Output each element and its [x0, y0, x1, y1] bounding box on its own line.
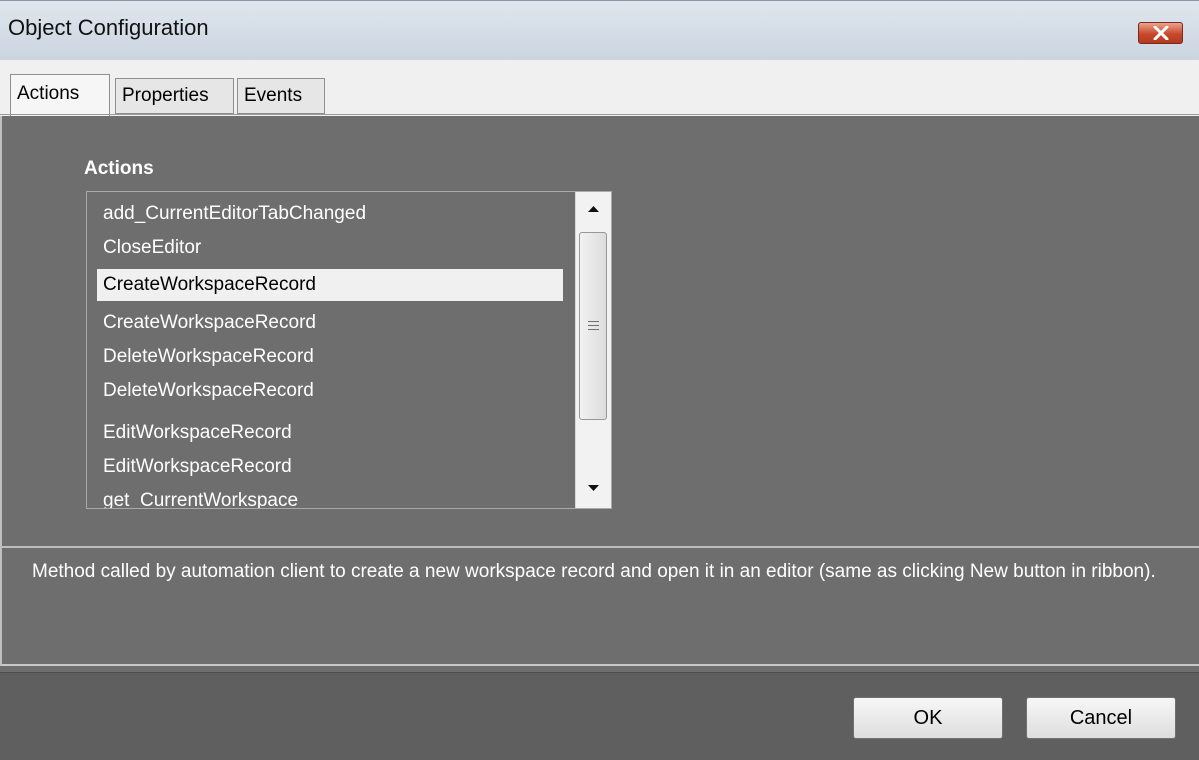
tab-events-label: Events: [244, 85, 303, 106]
tab-properties[interactable]: Properties: [115, 78, 234, 114]
list-item[interactable]: get_CurrentWorkspace: [97, 485, 563, 508]
actions-listbox[interactable]: add_CurrentEditorTabChanged CloseEditor …: [86, 191, 612, 509]
actions-heading: Actions: [84, 158, 154, 179]
scroll-up-button[interactable]: [576, 194, 611, 224]
button-bar: [0, 672, 1199, 760]
title-bar: Object Configuration: [0, 0, 1199, 60]
close-button[interactable]: [1138, 22, 1183, 44]
list-item[interactable]: add_CurrentEditorTabChanged: [97, 198, 563, 230]
window-title: Object Configuration: [8, 15, 209, 40]
close-icon: [1153, 26, 1169, 40]
grip-line: [588, 325, 599, 326]
tab-events[interactable]: Events: [237, 78, 325, 114]
tab-actions-label: Actions: [17, 83, 80, 104]
list-scrollbar[interactable]: [575, 192, 611, 508]
ok-button[interactable]: OK: [853, 697, 1003, 739]
list-item-selected[interactable]: CreateWorkspaceRecord: [97, 269, 563, 301]
scroll-down-button[interactable]: [576, 473, 611, 503]
list-item[interactable]: CreateWorkspaceRecord: [97, 307, 563, 339]
chevron-up-icon: [588, 206, 599, 212]
list-item[interactable]: EditWorkspaceRecord: [97, 451, 563, 483]
cancel-button[interactable]: Cancel: [1026, 697, 1176, 739]
tab-properties-label: Properties: [122, 85, 209, 106]
chevron-down-icon: [588, 485, 599, 491]
description-text: Method called by automation client to cr…: [32, 561, 1156, 582]
list-item[interactable]: DeleteWorkspaceRecord: [97, 341, 563, 373]
scroll-thumb[interactable]: [579, 232, 607, 420]
list-item[interactable]: DeleteWorkspaceRecord: [97, 375, 563, 407]
list-item[interactable]: CloseEditor: [97, 232, 563, 264]
list-item[interactable]: EditWorkspaceRecord: [97, 417, 563, 449]
tab-divider: [0, 114, 1199, 115]
grip-line: [588, 329, 599, 330]
grip-line: [588, 321, 599, 322]
tab-actions[interactable]: Actions: [10, 74, 110, 116]
